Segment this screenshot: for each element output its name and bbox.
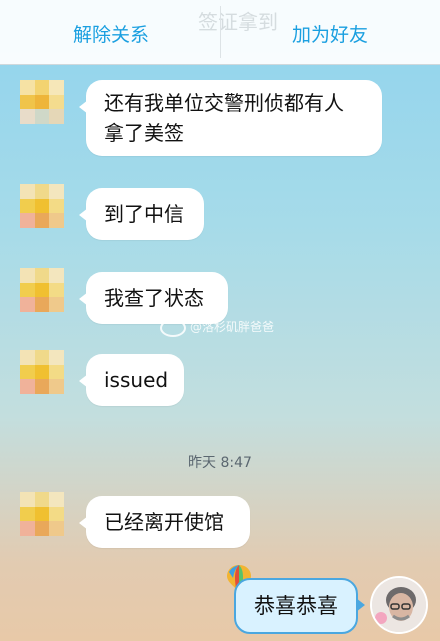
message-bubble[interactable]: 到了中信: [79, 188, 204, 240]
watermark: @洛杉矶胖爸爸: [160, 318, 274, 337]
message-text: 我查了状态: [104, 286, 204, 310]
divider: [220, 6, 221, 58]
message-text: 到了中信: [104, 202, 184, 226]
message-bubble[interactable]: issued: [79, 354, 184, 406]
message-text: 拿了美签: [104, 121, 184, 145]
message-bubble[interactable]: 我查了状态: [79, 272, 228, 324]
add-friend-button[interactable]: 加为好友: [292, 20, 368, 47]
avatar[interactable]: [20, 268, 64, 312]
top-bar: 签证拿到 解除关系 加为好友: [0, 0, 440, 65]
timestamp: 昨天 8:47: [188, 455, 252, 471]
avatar[interactable]: [20, 350, 64, 394]
weibo-icon: [160, 318, 186, 337]
avatar[interactable]: [20, 80, 64, 124]
avatar[interactable]: [20, 492, 64, 536]
faded-title: 签证拿到: [198, 10, 278, 34]
message-text: 还有我单位交警刑侦都有人: [104, 91, 344, 115]
message-text: 已经离开使馆: [104, 510, 224, 534]
remove-relationship-button[interactable]: 解除关系: [73, 20, 149, 47]
face-photo-icon: [372, 578, 426, 632]
message-text: issued: [104, 368, 169, 392]
my-message-bubble[interactable]: 恭喜恭喜: [234, 578, 365, 634]
message-bubble[interactable]: 还有我单位交警刑侦都有人 拿了美签: [79, 80, 382, 156]
message-bubble[interactable]: 已经离开使馆: [79, 496, 250, 548]
user-photo-avatar[interactable]: [372, 578, 426, 632]
message-text: 恭喜恭喜: [254, 594, 338, 618]
avatar[interactable]: [20, 184, 64, 228]
